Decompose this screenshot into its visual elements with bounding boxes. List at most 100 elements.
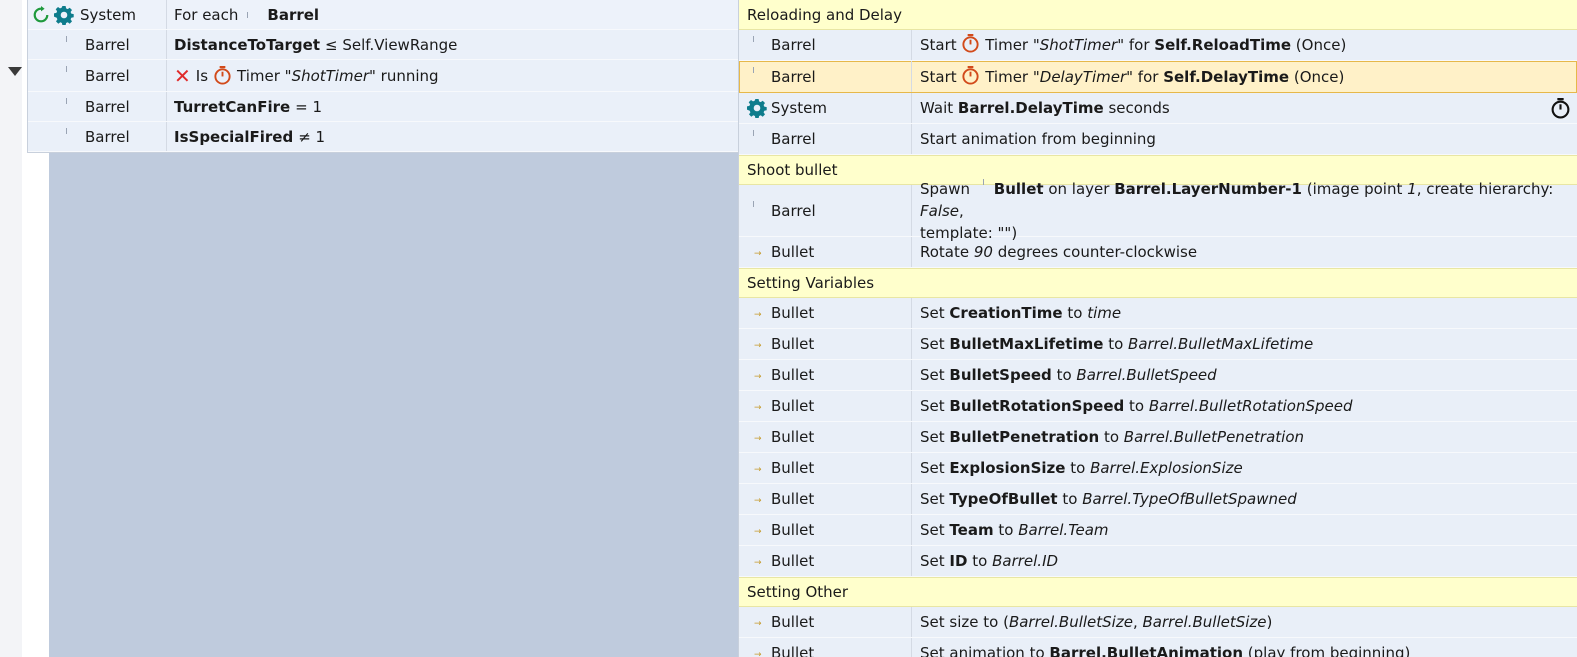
to-text: to [1056, 366, 1072, 384]
action-expression[interactable]: Set BulletSpeed to Barrel.BulletSpeed [912, 360, 1577, 390]
comma-text: , [959, 201, 964, 220]
action-row[interactable]: → Bullet Set ID to Barrel.ID [739, 546, 1577, 577]
variable-value: Barrel.BulletSpeed [1076, 366, 1217, 384]
comment-row[interactable]: Reloading and Delay [739, 0, 1577, 30]
action-object[interactable]: → Bullet [739, 546, 912, 576]
action-object-name: Bullet [771, 552, 815, 570]
condition-object[interactable]: System [28, 0, 167, 29]
action-row[interactable]: → Bullet Set BulletMaxLifetime to Barrel.B… [739, 329, 1577, 360]
condition-object[interactable]: Barrel [28, 92, 167, 121]
action-object[interactable]: → Bullet [739, 298, 912, 328]
event-body-area[interactable] [49, 152, 738, 657]
action-expression[interactable]: Set size to (Barrel.BulletSize, Barrel.B… [912, 607, 1577, 637]
condition-row[interactable]: Barrel IsSpecialFired ≠ 1 [28, 122, 738, 152]
action-expression[interactable]: Set BulletMaxLifetime to Barrel.BulletMa… [912, 329, 1577, 359]
action-row[interactable]: → Bullet Set BulletPenetration to Barrel.B… [739, 422, 1577, 453]
action-object[interactable]: → Bullet [739, 329, 912, 359]
timer-text: Timer " [237, 66, 292, 85]
collapse-arrow-icon[interactable] [8, 67, 22, 76]
action-object[interactable]: Barrel [739, 61, 912, 92]
variable-name: BulletRotationSpeed [949, 397, 1125, 415]
condition-object[interactable]: Barrel [28, 60, 167, 91]
action-row[interactable]: → Bullet Set size to (Barrel.BulletSize, … [739, 607, 1577, 638]
action-object[interactable]: Barrel [739, 124, 912, 154]
action-expression[interactable]: Set ExplosionSize to Barrel.ExplosionSiz… [912, 453, 1577, 483]
arrow-icon: → [754, 403, 762, 413]
action-expression[interactable]: Set CreationTime to time [912, 298, 1577, 328]
size-comma: , [1132, 613, 1138, 631]
action-row[interactable]: → Bullet Rotate 90 degrees counter-clockw… [739, 237, 1577, 268]
action-row[interactable]: → Bullet Set CreationTime to time [739, 298, 1577, 329]
action-object[interactable]: Barrel [739, 185, 912, 236]
object-tick [982, 178, 984, 185]
arrow-icon: → [754, 619, 762, 629]
action-expression[interactable]: Wait Barrel.DelayTime seconds [912, 93, 1577, 123]
condition-object-name: Barrel [85, 127, 130, 146]
action-expression[interactable]: Set Team to Barrel.Team [912, 515, 1577, 545]
action-object[interactable]: Barrel [739, 30, 912, 60]
comment-row[interactable]: Setting Variables [739, 268, 1577, 298]
object-tick [247, 11, 249, 18]
action-row[interactable]: → Bullet Set Team to Barrel.Team [739, 515, 1577, 546]
action-expression[interactable]: Rotate 90 degrees counter-clockwise [912, 237, 1577, 267]
action-object[interactable]: → Bullet [739, 360, 912, 390]
action-expression[interactable]: Set BulletPenetration to Barrel.BulletPe… [912, 422, 1577, 452]
action-expression[interactable]: Set ID to Barrel.ID [912, 546, 1577, 576]
variable-value: Barrel.BulletPenetration [1123, 428, 1305, 446]
arrow-icon: → [754, 372, 762, 382]
condition-object[interactable]: Barrel [28, 122, 167, 151]
set-text: Set [920, 552, 945, 570]
condition-expression[interactable]: TurretCanFire = 1 [167, 98, 322, 116]
variable-value: Barrel.Team [1018, 521, 1109, 539]
action-object[interactable]: System [739, 93, 912, 123]
action-object[interactable]: → Bullet [739, 237, 912, 267]
action-row-selected[interactable]: Barrel Start Timer "DelayTimer" for Self… [739, 61, 1577, 93]
action-row[interactable]: → Bullet Set BulletRotationSpeed to Barrel… [739, 391, 1577, 422]
action-row[interactable]: Barrel Start animation from beginning [739, 124, 1577, 155]
action-object-name: Bullet [771, 521, 815, 539]
action-object-name: Bullet [771, 428, 815, 446]
condition-object-name: Barrel [85, 97, 130, 116]
timer-icon [214, 66, 231, 85]
action-object[interactable]: → Bullet [739, 453, 912, 483]
action-object[interactable]: → Bullet [739, 422, 912, 452]
condition-row[interactable]: Barrel TurretCanFire = 1 [28, 92, 738, 122]
action-object[interactable]: → Bullet [739, 638, 912, 657]
timer-tag: ShotTimer [291, 66, 369, 85]
variable-name: TypeOfBullet [949, 490, 1058, 508]
duration-expression: Self.DelayTime [1163, 67, 1290, 86]
action-row[interactable]: Barrel Spawn Bullet on layer Barrel.Laye… [739, 178, 1577, 242]
action-row[interactable]: → Bullet Set TypeOfBullet to Barrel.TypeOf… [739, 484, 1577, 515]
action-expression[interactable]: Start animation from beginning [912, 124, 1577, 154]
condition-object-name: System [80, 5, 136, 24]
condition-row[interactable]: System For each Barrel [28, 0, 738, 30]
action-expression[interactable]: Set animation to Barrel.BulletAnimation … [912, 638, 1577, 657]
condition-object[interactable]: Barrel [28, 30, 167, 59]
action-object-name: Barrel [771, 67, 816, 86]
comment-row[interactable]: Setting Other [739, 577, 1577, 607]
action-object[interactable]: → Bullet [739, 515, 912, 545]
action-row[interactable]: → Bullet Set animation to Barrel.BulletAn… [739, 638, 1577, 657]
condition-row[interactable]: Barrel DistanceToTarget ≤ Self.ViewRange [28, 30, 738, 60]
action-row[interactable]: System Wait Barrel.DelayTime seconds [739, 93, 1577, 124]
to-text: to [1103, 428, 1120, 446]
condition-expression[interactable]: IsSpecialFired ≠ 1 [167, 128, 325, 146]
action-object-name: Bullet [771, 613, 815, 631]
action-expression[interactable]: Set BulletRotationSpeed to Barrel.Bullet… [912, 391, 1577, 421]
action-expression[interactable]: Start Timer "DelayTimer" for Self.DelayT… [912, 62, 1577, 92]
action-object[interactable]: → Bullet [739, 607, 912, 637]
action-expression[interactable]: Set TypeOfBullet to Barrel.TypeOfBulletS… [912, 484, 1577, 514]
action-object[interactable]: → Bullet [739, 391, 912, 421]
action-row[interactable]: → Bullet Set ExplosionSize to Barrel.Explo… [739, 453, 1577, 484]
condition-expression[interactable]: ✕ Is Timer "ShotTimer" running [167, 66, 439, 86]
event-conditions[interactable]: System For each Barrel Barrel DistanceTo… [27, 0, 738, 153]
condition-expression[interactable]: For each Barrel [167, 6, 319, 24]
condition-row[interactable]: Barrel ✕ Is Timer "ShotTimer" running [28, 60, 738, 92]
action-expression[interactable]: Start Timer "ShotTimer" for Self.ReloadT… [912, 30, 1577, 60]
action-object[interactable]: → Bullet [739, 484, 912, 514]
image-point-text: (image point [1306, 179, 1403, 198]
action-row[interactable]: Barrel Start Timer "ShotTimer" for Self.… [739, 30, 1577, 61]
action-row[interactable]: → Bullet Set BulletSpeed to Barrel.BulletS… [739, 360, 1577, 391]
event-actions[interactable]: Reloading and Delay Barrel Start Timer "… [738, 0, 1577, 657]
condition-expression[interactable]: DistanceToTarget ≤ Self.ViewRange [167, 36, 457, 54]
